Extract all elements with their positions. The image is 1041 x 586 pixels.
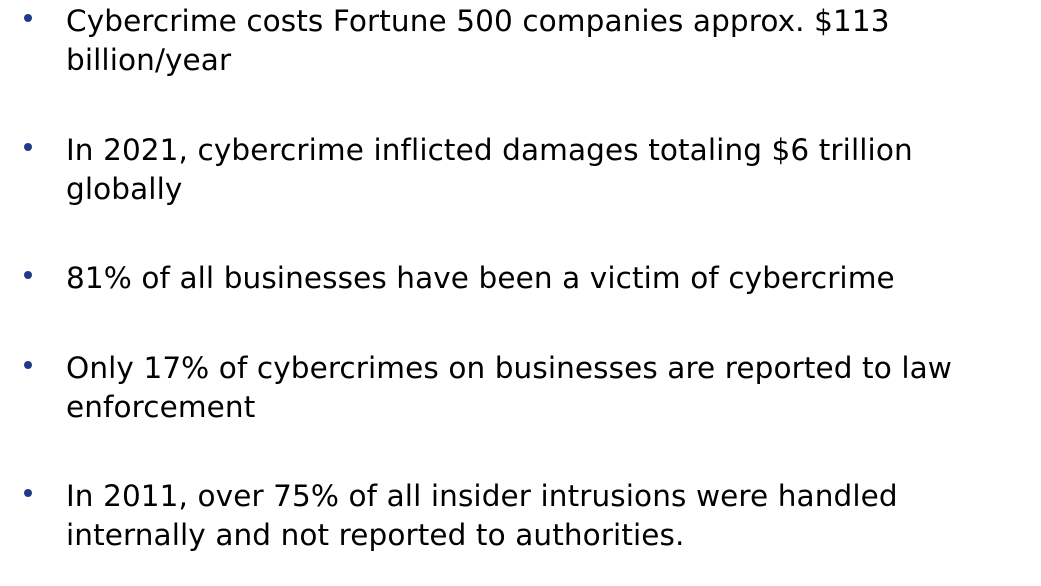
bullet-dot-icon (24, 361, 32, 369)
bullet-dot-icon (24, 143, 32, 151)
slide-content: Cybercrime costs Fortune 500 companies a… (0, 0, 1041, 586)
bullet-dot-icon (24, 489, 32, 497)
bullet-text: In 2021, cybercrime inflicted damages to… (66, 133, 913, 206)
bullet-text: In 2011, over 75% of all insider intrusi… (66, 479, 898, 552)
bullet-text: Only 17% of cybercrimes on businesses ar… (66, 351, 953, 424)
bullet-text: 81% of all businesses have been a victim… (66, 261, 895, 295)
bullet-dot-icon (24, 14, 32, 22)
bullet-text: Cybercrime costs Fortune 500 companies a… (66, 4, 890, 77)
bullet-dot-icon (24, 271, 32, 279)
